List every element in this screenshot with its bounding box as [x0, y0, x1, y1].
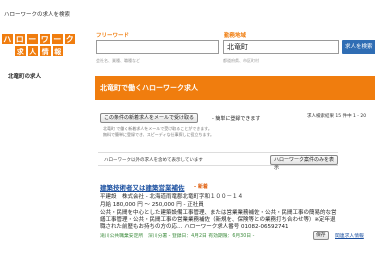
email-alert-button[interactable]: この条件の新着求人をメールで受け取る [100, 113, 199, 123]
email-alert-description: 無料で簡単に登録でき、スピーディな仕事探しに役立ちます。 [103, 132, 215, 137]
keyword-hint: 会社名、業種、職種など [96, 58, 140, 63]
result-count: 求人検索結果 15 件中 1 - 20 [307, 114, 367, 119]
job-company: 平建設 株式会社 - 北海道雨竜郡北竜町字和１００－１４ [100, 194, 243, 200]
job-title-link[interactable]: 建築技術者又は建築営業補佐 [100, 182, 185, 192]
email-alert-suffix: - 簡単に登録できます [212, 116, 261, 122]
sidebar-heading: 北竜町の求人 [8, 74, 42, 80]
logo-char: 情 [39, 45, 52, 57]
top-bar: ハローワークの求人を検索 [0, 0, 375, 28]
location-label: 勤務地域 [224, 33, 247, 39]
page-title: 北竜町で働くハローワーク求人 [100, 84, 198, 92]
logo-char: 報 [51, 45, 64, 57]
filter-notice: ハローワーク以外の求人を含めて表示しています ハローワーク案件のみを表示 [98, 152, 338, 171]
logo-row-bottom: 求 人 情 報 [14, 45, 64, 57]
location-hint: 都道府県、市区町村 [223, 58, 259, 63]
search-button[interactable]: 求人を検索 [342, 40, 375, 54]
logo-char: ロ [13, 33, 26, 45]
logo-char: ー [26, 33, 39, 45]
logo-char: 人 [26, 45, 39, 57]
job-listing: 建築技術者又は建築営業補佐 - 新着 平建設 株式会社 - 北海道雨竜郡北竜町字… [98, 182, 375, 259]
logo-char: 求 [14, 45, 27, 57]
filter-notice-text: ハローワーク以外の求人を含めて表示しています [104, 158, 203, 163]
email-alert-box: この条件の新着求人をメールで受け取る - 簡単に登録できます 求人検索結果 15… [95, 108, 375, 144]
hellowork-only-button[interactable]: ハローワーク案件のみを表示 [270, 155, 338, 171]
logo-char: ハ [1, 33, 14, 45]
related-jobs-link[interactable]: 関連求人情報 [335, 232, 364, 239]
job-description: 職された前歴もお持ちの方の応… ハローワーク求人番号 01082-0659274… [100, 224, 289, 230]
location-input[interactable]: 北竜町 [223, 40, 339, 54]
job-salary: 月給 180,000 円 ～ 250,000 円 - 正社員 [100, 202, 204, 208]
save-button[interactable]: 保存 [313, 231, 329, 240]
keyword-input[interactable] [96, 40, 219, 54]
logo-row-top: ハ ロ ー ワ ー ク [1, 33, 76, 45]
new-badge: - 新着 [194, 184, 208, 190]
search-form: フリーワード 勤務地域 北竜町 求人を検索 会社名、業種、職種など 都道府県、市… [96, 28, 375, 68]
logo-char: ク [63, 33, 76, 45]
keyword-label: フリーワード [96, 33, 130, 39]
logo-char: ー [51, 33, 64, 45]
logo-char: ワ [38, 33, 51, 45]
page-title-banner: 北竜町で働くハローワーク求人 [95, 76, 375, 100]
job-source-info: 滝川公共職業安定所 深川分署 - 登録日：4月2日 有効期限：6月30日 - [100, 234, 255, 239]
hellowork-logo[interactable]: ハ ロ ー ワ ー ク 求 人 情 報 [1, 33, 76, 58]
site-title: ハローワークの求人を検索 [4, 12, 71, 18]
